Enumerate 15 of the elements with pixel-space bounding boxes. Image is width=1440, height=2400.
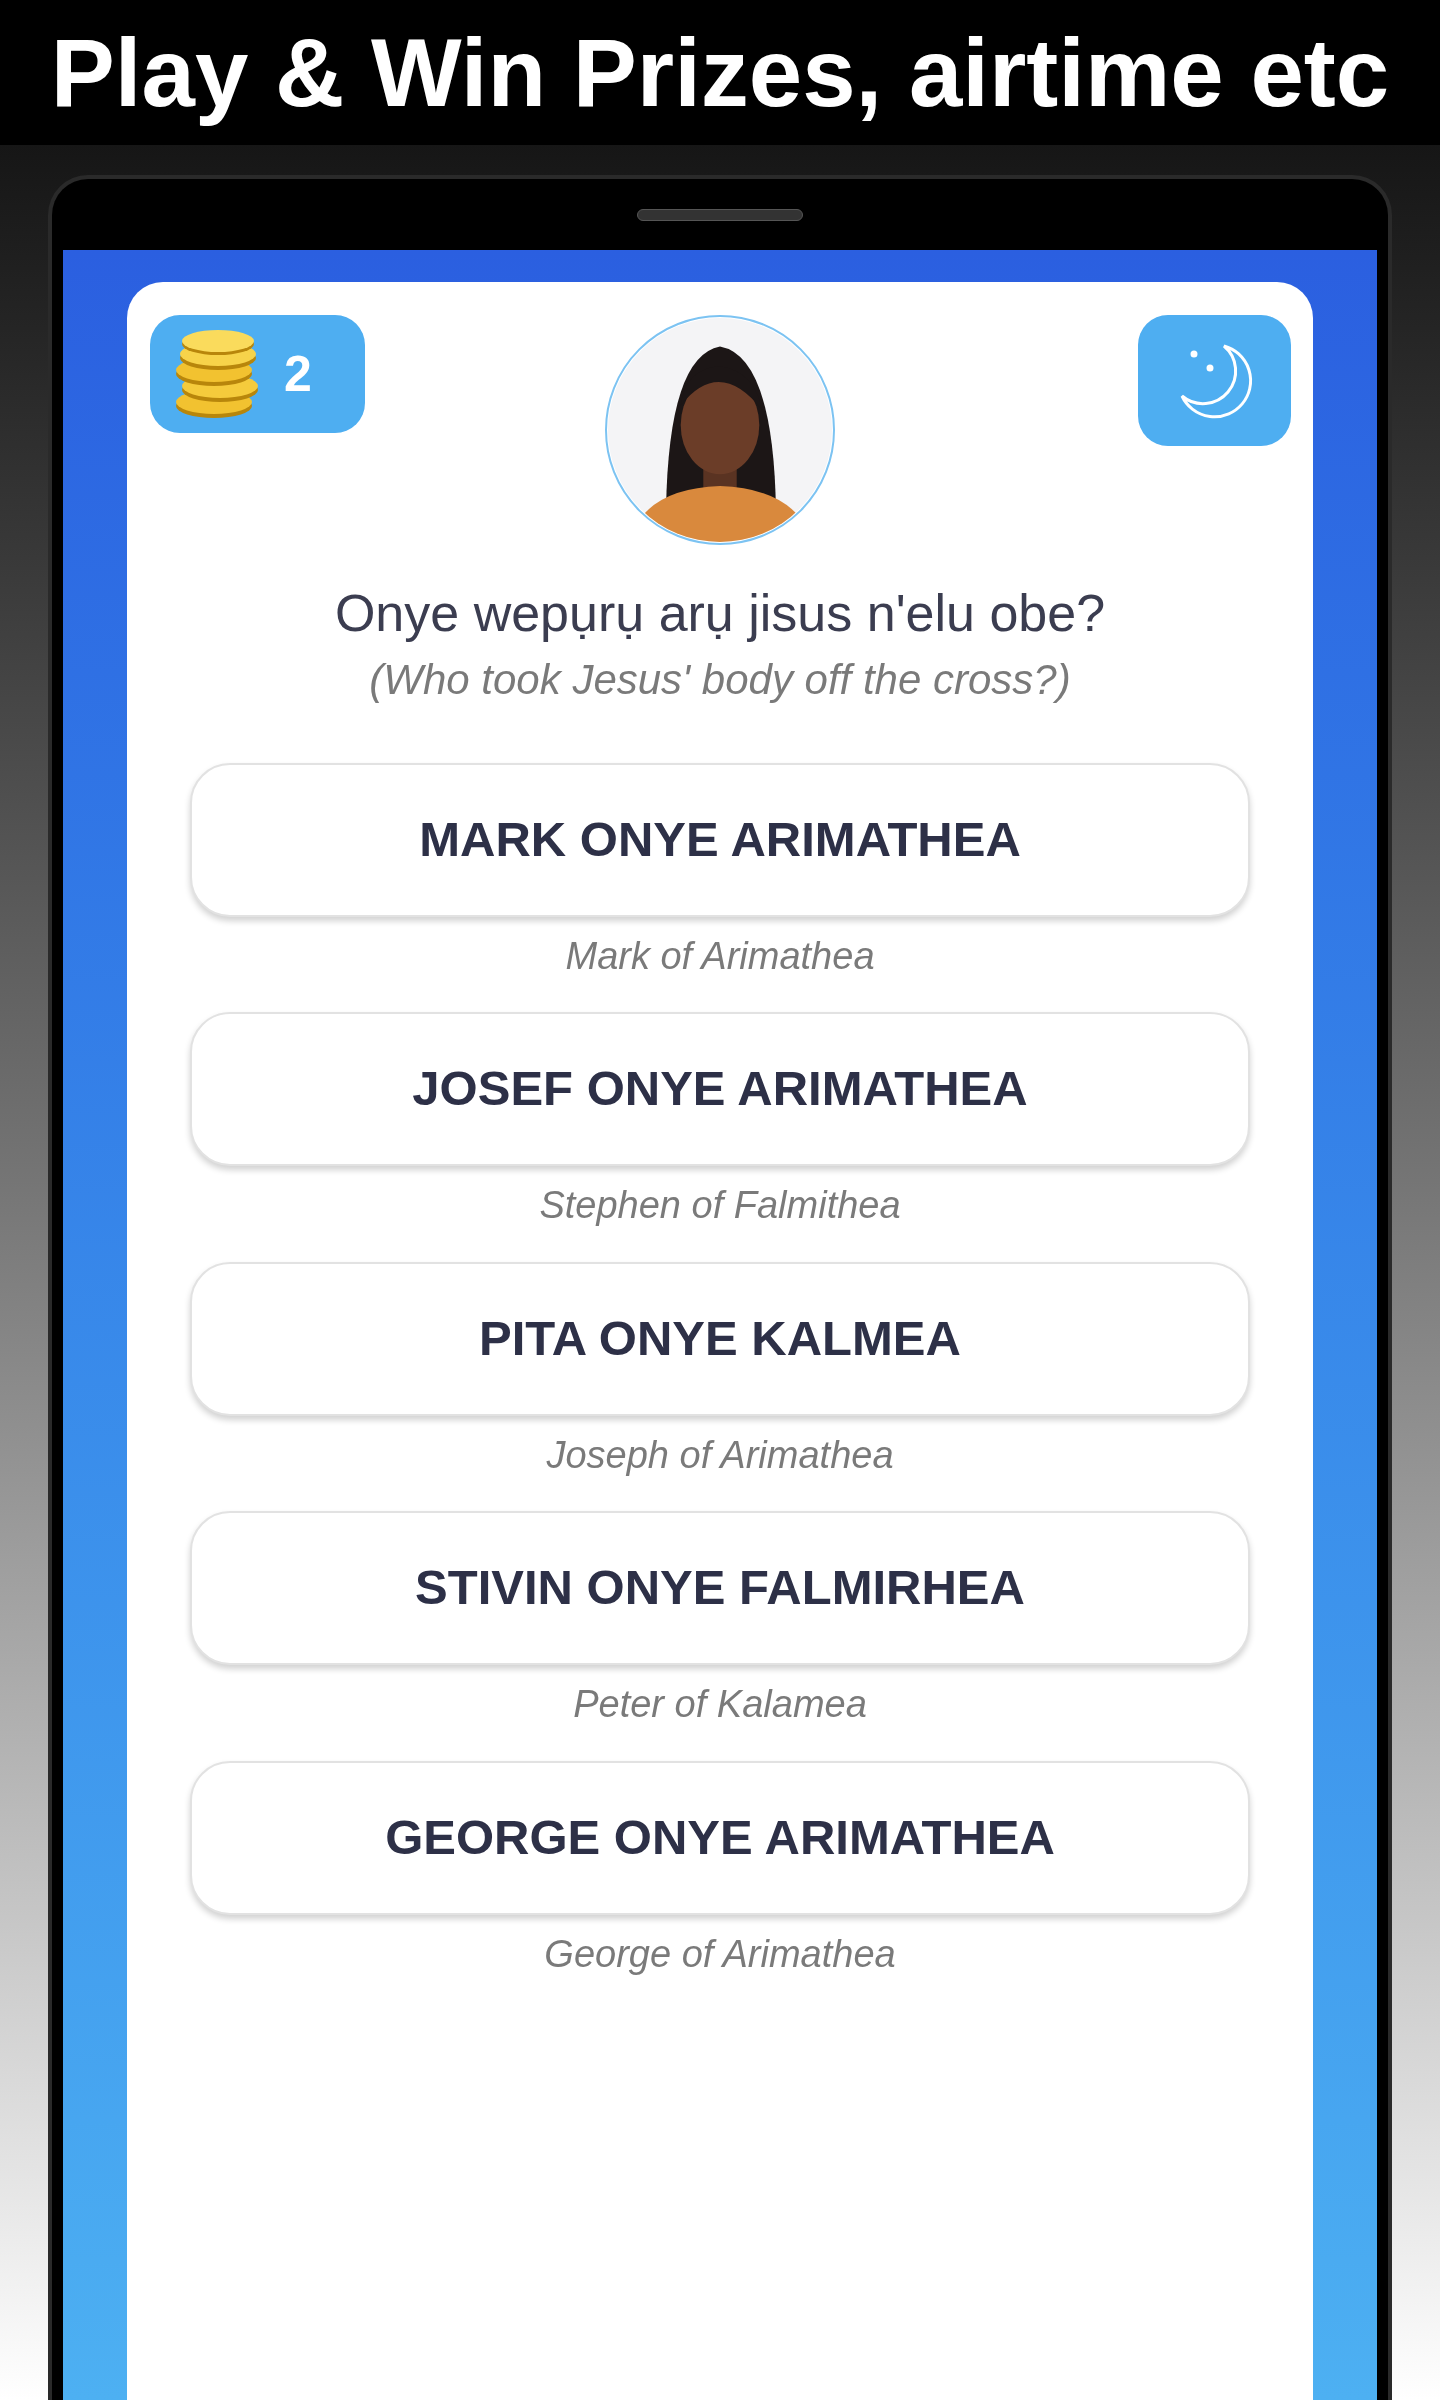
answer-button[interactable]: GEORGE ONYE ARIMATHEA	[190, 1760, 1250, 1915]
question-text: Onye wepụrụ arụ jisus n'elu obe?	[334, 583, 1106, 644]
coin-count: 2	[284, 344, 312, 404]
answer-button[interactable]: PITA ONYE KALMEA	[190, 1261, 1250, 1416]
answer-translation: Mark of Arimathea	[565, 933, 875, 979]
banner-title: Play & Win Prizes, airtime etc	[50, 17, 1390, 128]
answer-button[interactable]: JOSEF ONYE ARIMATHEA	[190, 1012, 1250, 1166]
answer-translation: Stephen of Falmithea	[539, 1183, 901, 1228]
question-translation: (Who took Jesus' body off the cross?)	[369, 655, 1071, 705]
answer-translation: Joseph of Arimathea	[546, 1432, 894, 1478]
answer-translation: George of Arimathea	[544, 1931, 896, 1977]
dark-mode-button[interactable]	[1138, 315, 1291, 446]
answer-translation: Peter of Kalamea	[573, 1682, 867, 1727]
answer-button[interactable]: STIVIN ONYE FALMIRHEA	[190, 1511, 1250, 1665]
answer-button[interactable]: MARK ONYE ARIMATHEA	[190, 762, 1250, 917]
